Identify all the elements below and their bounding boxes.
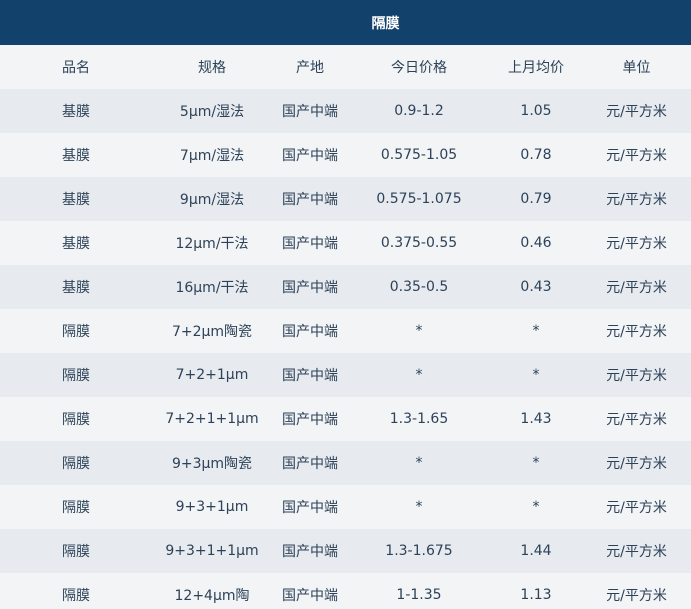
cell-spec: 5μm/湿法 (152, 89, 272, 133)
cell-name: 基膜 (0, 221, 152, 265)
table-title: 隔膜 (371, 15, 400, 32)
cell-price-today: * (348, 309, 490, 353)
cell-spec: 9μm/湿法 (152, 177, 272, 221)
table-row: 基膜 5μm/湿法 国产中端 0.9-1.2 1.05 元/平方米 (0, 89, 691, 133)
cell-origin: 国产中端 (272, 265, 348, 309)
cell-unit: 元/平方米 (582, 265, 691, 309)
table-row: 基膜 9μm/湿法 国产中端 0.575-1.075 0.79 元/平方米 (0, 177, 691, 221)
cell-name: 基膜 (0, 177, 152, 221)
cell-origin: 国产中端 (272, 441, 348, 485)
table-row: 隔膜 12+4μm陶 国产中端 1-1.35 1.13 元/平方米 (0, 573, 691, 609)
cell-name: 隔膜 (0, 397, 152, 441)
cell-price-today: 0.375-0.55 (348, 221, 490, 265)
cell-unit: 元/平方米 (582, 397, 691, 441)
table-row: 隔膜 7+2μm陶瓷 国产中端 * * 元/平方米 (0, 309, 691, 353)
price-table: 品名 规格 产地 今日价格 上月均价 单位 基膜 5μm/湿法 国产中端 0.9… (0, 45, 691, 609)
table-header-row: 品名 规格 产地 今日价格 上月均价 单位 (0, 45, 691, 89)
table-title-bar: 隔膜 (0, 0, 691, 45)
cell-price-today: * (348, 441, 490, 485)
cell-origin: 国产中端 (272, 133, 348, 177)
cell-name: 基膜 (0, 265, 152, 309)
cell-origin: 国产中端 (272, 221, 348, 265)
cell-price-today: 1.3-1.675 (348, 529, 490, 573)
cell-spec: 9+3+1μm (152, 485, 272, 529)
cell-last-month-avg: 1.43 (490, 397, 582, 441)
cell-unit: 元/平方米 (582, 573, 691, 609)
cell-price-today: * (348, 353, 490, 397)
cell-unit: 元/平方米 (582, 133, 691, 177)
cell-origin: 国产中端 (272, 89, 348, 133)
cell-name: 隔膜 (0, 309, 152, 353)
cell-origin: 国产中端 (272, 353, 348, 397)
cell-last-month-avg: * (490, 441, 582, 485)
cell-last-month-avg: 0.79 (490, 177, 582, 221)
column-header-origin: 产地 (272, 45, 348, 89)
cell-last-month-avg: * (490, 485, 582, 529)
column-header-price-today: 今日价格 (348, 45, 490, 89)
cell-last-month-avg: 1.05 (490, 89, 582, 133)
cell-unit: 元/平方米 (582, 221, 691, 265)
cell-origin: 国产中端 (272, 177, 348, 221)
table-row: 隔膜 7+2+1μm 国产中端 * * 元/平方米 (0, 353, 691, 397)
cell-spec: 7+2+1+1μm (152, 397, 272, 441)
table-row: 基膜 12μm/干法 国产中端 0.375-0.55 0.46 元/平方米 (0, 221, 691, 265)
cell-unit: 元/平方米 (582, 89, 691, 133)
cell-origin: 国产中端 (272, 529, 348, 573)
cell-name: 隔膜 (0, 573, 152, 609)
cell-last-month-avg: * (490, 309, 582, 353)
cell-last-month-avg: 0.43 (490, 265, 582, 309)
column-header-name: 品名 (0, 45, 152, 89)
cell-unit: 元/平方米 (582, 485, 691, 529)
cell-spec: 7+2+1μm (152, 353, 272, 397)
cell-price-today: 1-1.35 (348, 573, 490, 609)
cell-price-today: 0.575-1.05 (348, 133, 490, 177)
cell-price-today: 0.9-1.2 (348, 89, 490, 133)
column-header-unit: 单位 (582, 45, 691, 89)
cell-name: 基膜 (0, 89, 152, 133)
cell-spec: 12μm/干法 (152, 221, 272, 265)
cell-origin: 国产中端 (272, 309, 348, 353)
cell-unit: 元/平方米 (582, 529, 691, 573)
cell-last-month-avg: * (490, 353, 582, 397)
cell-spec: 12+4μm陶 (152, 573, 272, 609)
table-row: 隔膜 7+2+1+1μm 国产中端 1.3-1.65 1.43 元/平方米 (0, 397, 691, 441)
table-row: 基膜 7μm/湿法 国产中端 0.575-1.05 0.78 元/平方米 (0, 133, 691, 177)
column-header-last-month-avg: 上月均价 (490, 45, 582, 89)
cell-spec: 7+2μm陶瓷 (152, 309, 272, 353)
cell-name: 隔膜 (0, 485, 152, 529)
table-row: 基膜 16μm/干法 国产中端 0.35-0.5 0.43 元/平方米 (0, 265, 691, 309)
cell-unit: 元/平方米 (582, 441, 691, 485)
cell-last-month-avg: 1.13 (490, 573, 582, 609)
cell-price-today: 0.575-1.075 (348, 177, 490, 221)
cell-name: 隔膜 (0, 441, 152, 485)
cell-unit: 元/平方米 (582, 353, 691, 397)
cell-unit: 元/平方米 (582, 309, 691, 353)
cell-price-today: * (348, 485, 490, 529)
table-row: 隔膜 9+3+1+1μm 国产中端 1.3-1.675 1.44 元/平方米 (0, 529, 691, 573)
table-row: 隔膜 9+3+1μm 国产中端 * * 元/平方米 (0, 485, 691, 529)
cell-name: 隔膜 (0, 529, 152, 573)
cell-last-month-avg: 0.78 (490, 133, 582, 177)
cell-spec: 16μm/干法 (152, 265, 272, 309)
cell-origin: 国产中端 (272, 573, 348, 609)
cell-name: 隔膜 (0, 353, 152, 397)
cell-origin: 国产中端 (272, 397, 348, 441)
cell-last-month-avg: 1.44 (490, 529, 582, 573)
cell-unit: 元/平方米 (582, 177, 691, 221)
cell-spec: 9+3μm陶瓷 (152, 441, 272, 485)
cell-name: 基膜 (0, 133, 152, 177)
cell-last-month-avg: 0.46 (490, 221, 582, 265)
cell-spec: 7μm/湿法 (152, 133, 272, 177)
table-row: 隔膜 9+3μm陶瓷 国产中端 * * 元/平方米 (0, 441, 691, 485)
cell-price-today: 0.35-0.5 (348, 265, 490, 309)
column-header-spec: 规格 (152, 45, 272, 89)
cell-origin: 国产中端 (272, 485, 348, 529)
cell-spec: 9+3+1+1μm (152, 529, 272, 573)
cell-price-today: 1.3-1.65 (348, 397, 490, 441)
price-table-panel: 隔膜 品名 规格 产地 今日价格 上月均价 单位 基膜 5μm/湿法 国产中端 … (0, 0, 691, 609)
